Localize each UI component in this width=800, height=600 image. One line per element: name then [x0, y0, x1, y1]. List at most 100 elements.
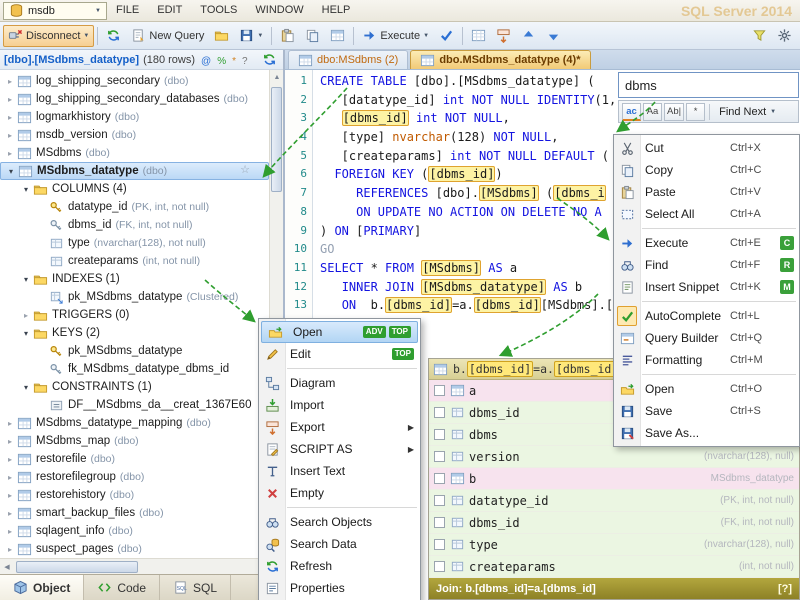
expand-arrow-icon[interactable]: ▸: [4, 77, 16, 86]
context-save-as[interactable]: Save As...: [614, 422, 799, 444]
editor-tab-dbo-msdbms-datatype-4[interactable]: dbo.MSdbms_datatype (4)*: [410, 50, 591, 69]
tree-item-msdbms[interactable]: ▸ MSdbms (dbo): [0, 144, 269, 162]
navigate-up-button[interactable]: [516, 25, 541, 47]
save-button[interactable]: ▼: [234, 25, 268, 47]
scroll-up-icon[interactable]: ▲: [270, 70, 284, 84]
menu-help[interactable]: HELP: [313, 0, 360, 21]
join-help-link[interactable]: [?]: [778, 583, 792, 595]
context-execute[interactable]: Execute Ctrl+E C: [614, 232, 799, 254]
tree-item-datatype-id[interactable]: datatype_id (PK, int, not null): [0, 198, 269, 216]
tree-item-restorefile[interactable]: ▸ restorefile (dbo): [0, 450, 269, 468]
tree-item-log-shipping-secondary-databases[interactable]: ▸ log_shipping_secondary_databases (dbo): [0, 90, 269, 108]
refresh-connection-button[interactable]: [101, 25, 126, 47]
open-file-button[interactable]: [209, 25, 234, 47]
tree-horizontal-scrollbar[interactable]: ◀ ▶: [0, 558, 269, 574]
tree-item-restorehistory[interactable]: ▸ restorehistory (dbo): [0, 486, 269, 504]
export-results-button[interactable]: [491, 25, 516, 47]
tree-item-restorefilegroup[interactable]: ▸ restorefilegroup (dbo): [0, 468, 269, 486]
join-row-version[interactable]: version (nvarchar(128), null): [429, 446, 799, 468]
collapse-arrow-icon[interactable]: ▾: [5, 167, 17, 176]
context-find[interactable]: Find Ctrl+F R: [614, 254, 799, 276]
expand-arrow-icon[interactable]: ▸: [4, 149, 16, 158]
context-open[interactable]: Open Ctrl+O: [614, 378, 799, 400]
checkbox[interactable]: [434, 429, 445, 440]
expand-arrow-icon[interactable]: ▸: [4, 527, 16, 536]
object-menu-properties[interactable]: Properties: [259, 577, 420, 599]
tab-object[interactable]: Object: [0, 575, 85, 600]
object-menu-import[interactable]: Import: [259, 394, 420, 416]
expand-arrow-icon[interactable]: ▸: [4, 545, 16, 554]
menu-tools[interactable]: TOOLS: [191, 0, 246, 21]
expand-arrow-icon[interactable]: ▸: [20, 311, 32, 320]
header-icon-3[interactable]: ?: [242, 56, 248, 67]
new-query-button[interactable]: New Query: [126, 25, 209, 47]
context-paste[interactable]: Paste Ctrl+V: [614, 181, 799, 203]
object-menu-refresh[interactable]: Refresh: [259, 555, 420, 577]
scrollbar-thumb[interactable]: [16, 561, 138, 573]
paste-button[interactable]: [275, 25, 300, 47]
tree-item-pk-msdbms-datatype[interactable]: pk_MSdbms_datatype (Clustered): [0, 288, 269, 306]
expand-arrow-icon[interactable]: ▸: [4, 131, 16, 140]
collapse-arrow-icon[interactable]: ▾: [20, 275, 32, 284]
results-grid-button[interactable]: [466, 25, 491, 47]
tree-item-constraints-1[interactable]: ▾ CONSTRAINTS (1): [0, 378, 269, 396]
database-selector[interactable]: msdb ▼: [3, 1, 107, 20]
join-row-createparams[interactable]: createparams (int, not null): [429, 556, 799, 578]
collapse-arrow-icon[interactable]: ▾: [20, 383, 32, 392]
expand-arrow-icon[interactable]: ▸: [4, 95, 16, 104]
find-option-[interactable]: *: [686, 102, 706, 121]
checkbox[interactable]: [434, 517, 445, 528]
object-menu-search-objects[interactable]: Search Objects: [259, 511, 420, 533]
object-menu-edit[interactable]: Edit TOP: [259, 343, 420, 365]
tree-item-keys-2[interactable]: ▾ KEYS (2): [0, 324, 269, 342]
tree-item-createparams[interactable]: createparams (int, not null): [0, 252, 269, 270]
expand-arrow-icon[interactable]: ▸: [4, 473, 16, 482]
favorite-star-icon[interactable]: ☆: [240, 163, 250, 176]
checkbox[interactable]: [434, 407, 445, 418]
collapse-arrow-icon[interactable]: ▾: [20, 329, 32, 338]
checkbox[interactable]: [434, 451, 445, 462]
tree-refresh-icon[interactable]: [262, 52, 277, 67]
tree-item-df-msdbms-da-creat-1367e60[interactable]: DF__MSdbms_da__creat_1367E60: [0, 396, 269, 414]
join-row-type[interactable]: type (nvarchar(128), null): [429, 534, 799, 556]
tree-item-dbms-id[interactable]: dbms_id (FK, int, not null): [0, 216, 269, 234]
expand-arrow-icon[interactable]: ▸: [4, 113, 16, 122]
tab-sql[interactable]: SQL SQL: [160, 575, 232, 600]
object-menu-search-data[interactable]: Search Data: [259, 533, 420, 555]
tree-item-columns-4[interactable]: ▾ COLUMNS (4): [0, 180, 269, 198]
editor-tab-dbo-msdbms-2[interactable]: dbo:MSdbms (2): [288, 50, 409, 69]
object-menu-diagram[interactable]: Diagram: [259, 372, 420, 394]
checkbox[interactable]: [434, 385, 445, 396]
tree-item-msdb-version[interactable]: ▸ msdb_version (dbo): [0, 126, 269, 144]
tree-item-msdbms-map[interactable]: ▸ MSdbms_map (dbo): [0, 432, 269, 450]
tree-item-msdbms-datatype[interactable]: ▾ MSdbms_datatype (dbo) ☆: [0, 162, 269, 180]
context-save[interactable]: Save Ctrl+S: [614, 400, 799, 422]
object-menu-insert-text[interactable]: Insert Text: [259, 460, 420, 482]
parse-button[interactable]: [434, 25, 459, 47]
tab-code[interactable]: Code: [84, 575, 161, 600]
scroll-left-icon[interactable]: ◀: [0, 560, 14, 574]
object-menu-export[interactable]: Export ▶: [259, 416, 420, 438]
context-autocomplete[interactable]: AutoComplete Ctrl+L: [614, 305, 799, 327]
tree-item-smart-backup-files[interactable]: ▸ smart_backup_files (dbo): [0, 504, 269, 522]
join-row-dbms-id[interactable]: dbms_id (FK, int, not null): [429, 512, 799, 534]
disconnect-button[interactable]: Disconnect ▼: [3, 24, 95, 47]
tree-item-logmarkhistory[interactable]: ▸ logmarkhistory (dbo): [0, 108, 269, 126]
tree-item-msdbms-datatype-mapping[interactable]: ▸ MSdbms_datatype_mapping (dbo): [0, 414, 269, 432]
context-formatting[interactable]: Formatting Ctrl+M: [614, 349, 799, 371]
tree-item-fk-msdbms-datatype-dbms-id[interactable]: fk_MSdbms_datatype_dbms_id: [0, 360, 269, 378]
object-menu-script-as[interactable]: SCRIPT AS ▶: [259, 438, 420, 460]
find-option-ac[interactable]: ac: [622, 102, 641, 121]
checkbox[interactable]: [434, 495, 445, 506]
join-row-datatype-id[interactable]: datatype_id (PK, int, not null): [429, 490, 799, 512]
tree-item-log-shipping-secondary[interactable]: ▸ log_shipping_secondary (dbo): [0, 72, 269, 90]
menu-window[interactable]: WINDOW: [246, 0, 312, 21]
expand-arrow-icon[interactable]: ▸: [4, 437, 16, 446]
tree-item-sqlagent-info[interactable]: ▸ sqlagent_info (dbo): [0, 522, 269, 540]
header-icon-1[interactable]: %: [217, 56, 226, 67]
tree-item-triggers-0[interactable]: ▸ TRIGGERS (0): [0, 306, 269, 324]
execute-button[interactable]: Execute ▼: [357, 25, 434, 47]
menu-edit[interactable]: EDIT: [148, 0, 191, 21]
tree-item-indexes-1[interactable]: ▾ INDEXES (1): [0, 270, 269, 288]
tree-item-pk-msdbms-datatype[interactable]: pk_MSdbms_datatype: [0, 342, 269, 360]
